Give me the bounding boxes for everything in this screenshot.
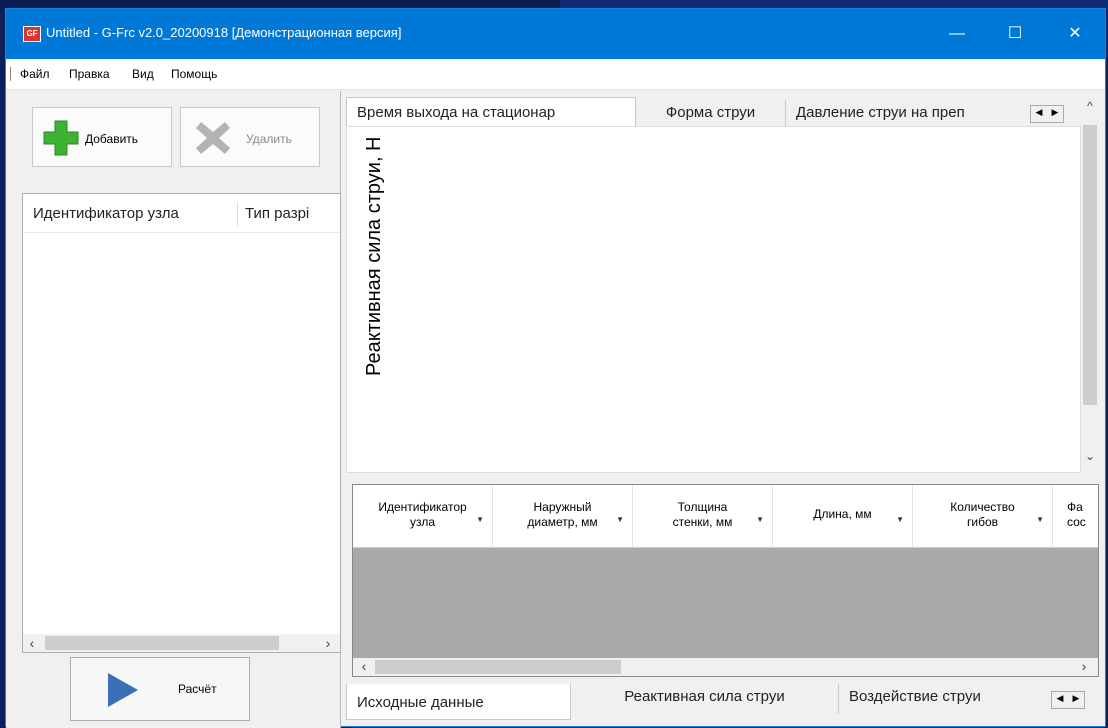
tab-scroll-left-icon[interactable]: ◀ bbox=[1052, 693, 1068, 704]
scroll-thumb[interactable] bbox=[375, 660, 621, 674]
grid-column-label: Фа bbox=[1067, 500, 1083, 514]
app-window: GF Untitled - G-Frc v2.0_20200918 [Демон… bbox=[5, 8, 1106, 728]
chart-vscrollbar[interactable]: ^ ⌄ bbox=[1081, 97, 1099, 467]
column-break-type[interactable]: Тип разрі bbox=[245, 205, 309, 222]
play-icon bbox=[108, 673, 138, 707]
grid-column-length[interactable]: Длина, мм ▼ bbox=[773, 485, 913, 547]
sort-arrow-icon[interactable]: ▼ bbox=[896, 515, 904, 524]
scroll-thumb[interactable] bbox=[45, 636, 279, 650]
grid-column-label: Количество bbox=[950, 500, 1015, 514]
close-button[interactable]: ✕ bbox=[1046, 9, 1104, 59]
grid-column-bend-count[interactable]: Количество гибов ▼ bbox=[913, 485, 1053, 547]
grid-hscrollbar[interactable]: ‹ › bbox=[353, 658, 1098, 676]
column-node-id[interactable]: Идентификатор узла bbox=[33, 205, 179, 222]
grid-header: Идентификатор узла ▼ Наружный диаметр, мм … bbox=[353, 485, 1098, 548]
tab-jet-reactive-force[interactable]: Реактивная сила струи bbox=[571, 684, 839, 714]
menu-view[interactable]: Вид bbox=[132, 67, 154, 81]
grid-column-outer-diameter[interactable]: Наружный диаметр, мм ▼ bbox=[493, 485, 633, 547]
sort-arrow-icon[interactable]: ▼ bbox=[756, 515, 764, 524]
menu-file[interactable]: Файл bbox=[20, 67, 50, 81]
grid-column-wall-thickness[interactable]: Толщина стенки, мм ▼ bbox=[633, 485, 773, 547]
grid-column-node-id[interactable]: Идентификатор узла ▼ bbox=[353, 485, 493, 547]
chart-area: Реактивная сила струи, Н bbox=[346, 126, 1081, 473]
grid-column-label: узла bbox=[409, 515, 436, 529]
grid-column-label: Длина, мм bbox=[813, 507, 872, 521]
grid-column-label: диаметр, мм bbox=[527, 515, 598, 529]
bottom-tab-strip: Исходные данные Реактивная сила струи Во… bbox=[346, 684, 1099, 722]
scroll-left-icon[interactable]: ‹ bbox=[355, 658, 373, 674]
sort-arrow-icon[interactable]: ▼ bbox=[1036, 515, 1044, 524]
scroll-up-icon[interactable]: ^ bbox=[1081, 99, 1099, 113]
tab-jet-impact[interactable]: Воздействие струи bbox=[839, 684, 1051, 714]
grid-column-partial[interactable]: Фа сос bbox=[1053, 485, 1098, 547]
scroll-left-icon[interactable]: ‹ bbox=[23, 634, 41, 652]
node-list-hscrollbar[interactable]: ‹ › bbox=[23, 634, 340, 652]
grid-column-label: Толщина bbox=[677, 500, 728, 514]
tab-scroll-right-icon[interactable]: ▶ bbox=[1068, 693, 1084, 704]
title-bar[interactable]: GF Untitled - G-Frc v2.0_20200918 [Демон… bbox=[6, 9, 1105, 59]
add-button-label: Добавить bbox=[85, 132, 139, 146]
grid-column-label: гибов bbox=[966, 515, 998, 529]
menu-grip bbox=[10, 67, 11, 81]
column-separator bbox=[237, 202, 238, 226]
sort-arrow-icon[interactable]: ▼ bbox=[476, 515, 484, 524]
delete-button-label: Удалить bbox=[246, 132, 292, 146]
menu-bar: Файл Правка Вид Помощь bbox=[6, 59, 1105, 90]
tab-scroll-left-icon[interactable]: ◀ bbox=[1031, 107, 1047, 118]
delete-button[interactable]: Удалить bbox=[180, 107, 320, 167]
minimize-button[interactable]: — bbox=[928, 9, 986, 59]
maximize-button[interactable]: ☐ bbox=[986, 9, 1044, 59]
menu-help[interactable]: Помощь bbox=[171, 67, 217, 81]
node-list[interactable]: Идентификатор узла Тип разрі ‹ › bbox=[22, 193, 341, 653]
top-tab-scroll[interactable]: ◀ ▶ bbox=[1030, 105, 1064, 123]
sort-arrow-icon[interactable]: ▼ bbox=[616, 515, 624, 524]
node-list-header: Идентификатор узла Тип разрі bbox=[23, 194, 340, 233]
chart-y-axis-label: Реактивная сила струи, Н bbox=[363, 136, 385, 376]
window-title: Untitled - G-Frc v2.0_20200918 [Демонстр… bbox=[46, 25, 402, 40]
x-icon bbox=[196, 122, 230, 154]
calculate-button-label: Расчёт bbox=[178, 682, 217, 696]
scroll-thumb[interactable] bbox=[1083, 125, 1097, 405]
bottom-tab-scroll[interactable]: ◀ ▶ bbox=[1051, 691, 1085, 709]
add-button[interactable]: Добавить bbox=[32, 107, 172, 167]
grid-column-label: стенки, мм bbox=[672, 515, 733, 529]
app-icon: GF bbox=[23, 26, 41, 42]
left-panel: Добавить Удалить Идентификатор узла Тип … bbox=[6, 91, 341, 728]
calculate-button[interactable]: Расчёт bbox=[70, 657, 250, 721]
scroll-right-icon[interactable]: › bbox=[1075, 658, 1093, 674]
grid-column-label: Наружный bbox=[533, 500, 592, 514]
scroll-down-icon[interactable]: ⌄ bbox=[1081, 449, 1099, 463]
grid-column-label: Идентификатор bbox=[378, 500, 467, 514]
plus-icon bbox=[43, 120, 79, 156]
tab-scroll-right-icon[interactable]: ▶ bbox=[1047, 107, 1063, 118]
grid-column-label: сос bbox=[1067, 515, 1086, 529]
tab-input-data[interactable]: Исходные данные bbox=[346, 684, 571, 720]
menu-edit[interactable]: Правка bbox=[69, 67, 110, 81]
scroll-right-icon[interactable]: › bbox=[319, 634, 337, 652]
input-data-grid[interactable]: Идентификатор узла ▼ Наружный диаметр, мм … bbox=[352, 484, 1099, 677]
